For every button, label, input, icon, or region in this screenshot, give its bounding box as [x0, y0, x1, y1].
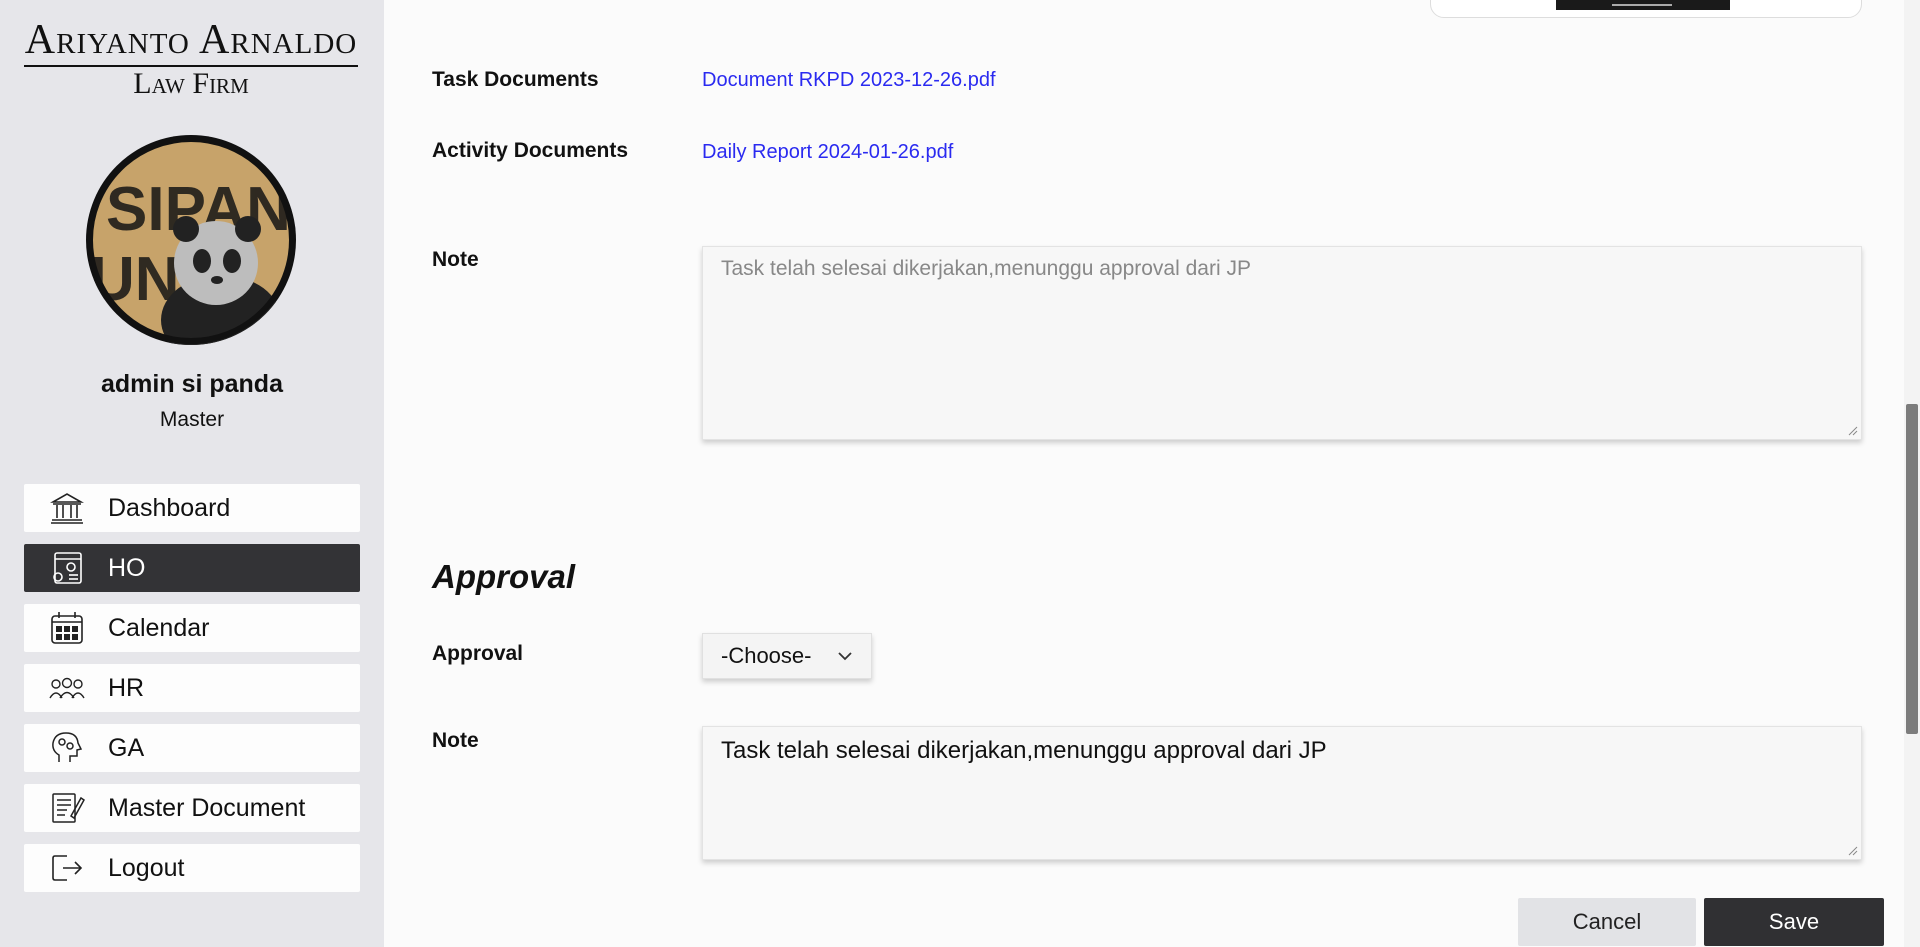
sidebar-item-label: Logout: [108, 853, 185, 882]
approval-note-label: Note: [432, 729, 479, 752]
approval-select[interactable]: -Choose-: [702, 633, 872, 679]
sidebar-item-logout[interactable]: Logout: [24, 844, 360, 892]
sidebar-item-ho[interactable]: HO: [24, 544, 360, 592]
sidebar-item-ga[interactable]: GA: [24, 724, 360, 772]
sidebar: Ariyanto Arnaldo Law Firm SIPANDA UNIK a…: [0, 0, 384, 947]
sidebar-item-label: HO: [108, 553, 146, 582]
approval-section-title: Approval: [432, 558, 576, 595]
sidebar-item-label: HR: [108, 673, 145, 702]
scrollbar-thumb[interactable]: [1906, 404, 1918, 734]
sidebar-menu: Dashboard HO Calendar HR GA Master Docum…: [24, 484, 360, 904]
user-role: Master: [159, 408, 225, 431]
sidebar-item-label: Calendar: [108, 613, 210, 642]
sidebar-item-label: Master Document: [108, 793, 306, 822]
logo-title: Ariyanto Arnaldo: [24, 17, 358, 63]
task-documents-label: Task Documents: [432, 68, 599, 91]
note-readonly-text: Task telah selesai dikerjakan,menunggu a…: [721, 257, 1251, 280]
avatar: SIPANDA UNIK: [86, 135, 296, 345]
logout-icon: [46, 849, 88, 887]
cancel-button[interactable]: Cancel: [1518, 898, 1696, 946]
sidebar-item-master-document[interactable]: Master Document: [24, 784, 360, 832]
chevron-down-icon: [838, 652, 852, 661]
note-label: Note: [432, 248, 479, 271]
sidebar-item-dashboard[interactable]: Dashboard: [24, 484, 360, 532]
people-icon: [46, 669, 88, 707]
resize-handle-icon[interactable]: [1846, 844, 1858, 856]
bank-icon: [46, 489, 88, 527]
approval-note-text: Task telah selesai dikerjakan,menunggu a…: [721, 737, 1327, 764]
task-document-link[interactable]: Document RKPD 2023-12-26.pdf: [702, 69, 996, 92]
approval-select-value: -Choose-: [721, 643, 812, 668]
sidebar-item-hr[interactable]: HR: [24, 664, 360, 712]
save-button[interactable]: Save: [1704, 898, 1884, 946]
activity-documents-label: Activity Documents: [432, 139, 629, 162]
image-preview-thumbnail[interactable]: [1556, 0, 1730, 10]
head-gears-icon: [46, 729, 88, 767]
user-name: admin si panda: [101, 370, 283, 398]
panda-avatar-icon: SIPANDA UNIK: [87, 136, 296, 345]
approval-note-field[interactable]: Task telah selesai dikerjakan,menunggu a…: [702, 726, 1862, 860]
main-content: Task Documents Document RKPD 2023-12-26.…: [384, 0, 1904, 947]
activity-document-link[interactable]: Daily Report 2024-01-26.pdf: [702, 141, 953, 164]
document-edit-icon: [46, 789, 88, 827]
sidebar-item-calendar[interactable]: Calendar: [24, 604, 360, 652]
calendar-icon: [46, 609, 88, 647]
sidebar-item-label: GA: [108, 733, 145, 762]
settings-window-icon: [46, 549, 88, 587]
logo-subtitle: Law Firm: [133, 67, 249, 100]
scrollbar[interactable]: [1904, 0, 1920, 947]
sidebar-item-label: Dashboard: [108, 493, 231, 522]
note-readonly-field: Task telah selesai dikerjakan,menunggu a…: [702, 246, 1862, 440]
firm-logo: Ariyanto Arnaldo Law Firm: [24, 18, 358, 99]
resize-handle-icon[interactable]: [1846, 424, 1858, 436]
approval-label: Approval: [432, 642, 524, 665]
